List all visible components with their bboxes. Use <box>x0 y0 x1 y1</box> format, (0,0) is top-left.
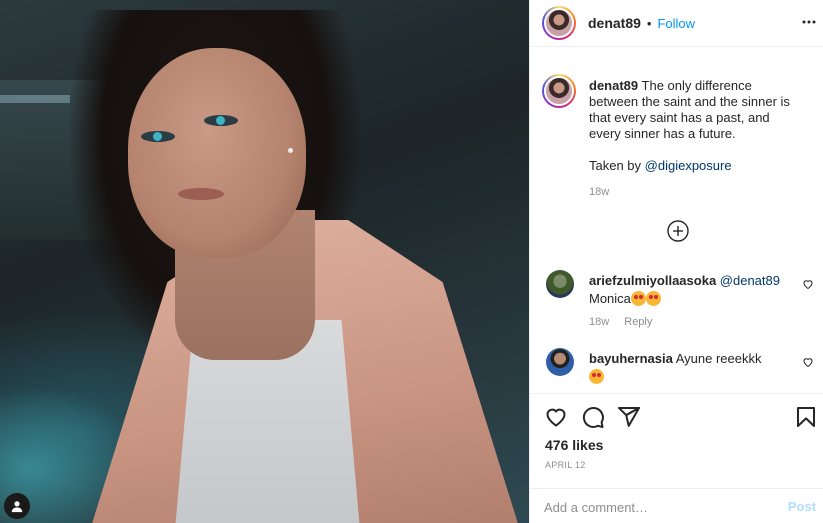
kiss-emoji-icon <box>630 291 646 306</box>
comment-body: Ayune reeekkk <box>675 351 762 366</box>
credit-mention-link[interactable]: @digiexposure <box>645 158 732 173</box>
post-photo[interactable] <box>0 0 529 523</box>
comment-text: bayuhernasia Ayune reeekkk <box>589 350 789 386</box>
caption-credit: Taken by @digiexposure <box>589 158 732 173</box>
post-actions: 476 likes APRIL 12 Post <box>530 393 823 523</box>
more-options-icon[interactable] <box>802 15 816 29</box>
comment-like-heart-icon[interactable] <box>802 356 814 368</box>
post-header: denat89 • Follow <box>530 0 823 47</box>
comment-meta: 18w Reply <box>589 316 664 328</box>
photo-eye-left <box>141 131 175 142</box>
heart-eyes-emoji-icon <box>645 291 661 306</box>
commenter-username[interactable]: ariefzulmiyollaasoka <box>589 273 716 288</box>
follow-button[interactable]: Follow <box>657 16 695 31</box>
post-comment-button[interactable]: Post <box>788 499 816 514</box>
caption-username[interactable]: denat89 <box>589 78 638 93</box>
reply-button[interactable]: Reply <box>624 316 652 328</box>
share-icon[interactable] <box>617 405 641 429</box>
photo-eye-right <box>204 115 238 126</box>
heart-icon[interactable] <box>544 405 568 429</box>
heart-eyes-emoji-icon <box>589 369 604 384</box>
commenter-avatar[interactable] <box>546 348 574 376</box>
caption-text: denat89 The only difference between the … <box>589 78 799 142</box>
comment-timestamp[interactable]: 18w <box>589 316 609 328</box>
comment-text: ariefzulmiyollaasoka @denat89 Monica <box>589 272 789 308</box>
author-avatar[interactable] <box>542 6 576 40</box>
comment-icon[interactable] <box>581 405 605 429</box>
comment-mention-link[interactable]: @denat89 <box>720 273 780 288</box>
commenter-avatar[interactable] <box>546 270 574 298</box>
commenter-username[interactable]: bayuhernasia <box>589 351 673 366</box>
likes-count[interactable]: 476 likes <box>545 437 603 453</box>
add-comment-bar: Post <box>530 488 823 523</box>
caption-avatar[interactable] <box>542 74 576 108</box>
post-details-panel: denat89 • Follow denat89 The only differ… <box>529 0 823 523</box>
separator-dot: • <box>646 15 652 31</box>
photo-earring <box>288 148 293 153</box>
caption-timestamp[interactable]: 18w <box>589 186 609 198</box>
plus-circle-icon[interactable] <box>667 220 689 242</box>
credit-prefix: Taken by <box>589 158 645 173</box>
user-tag-icon[interactable] <box>4 493 30 519</box>
author-username[interactable]: denat89 <box>588 15 641 31</box>
post-date[interactable]: APRIL 12 <box>545 460 586 470</box>
comment-like-heart-icon[interactable] <box>802 278 814 290</box>
photo-background-light <box>0 95 70 103</box>
photo-lips <box>178 188 224 200</box>
photo-face <box>128 48 306 258</box>
comment-body: Monica <box>589 291 631 306</box>
comment-input[interactable] <box>544 498 774 516</box>
bookmark-icon[interactable] <box>794 405 818 429</box>
